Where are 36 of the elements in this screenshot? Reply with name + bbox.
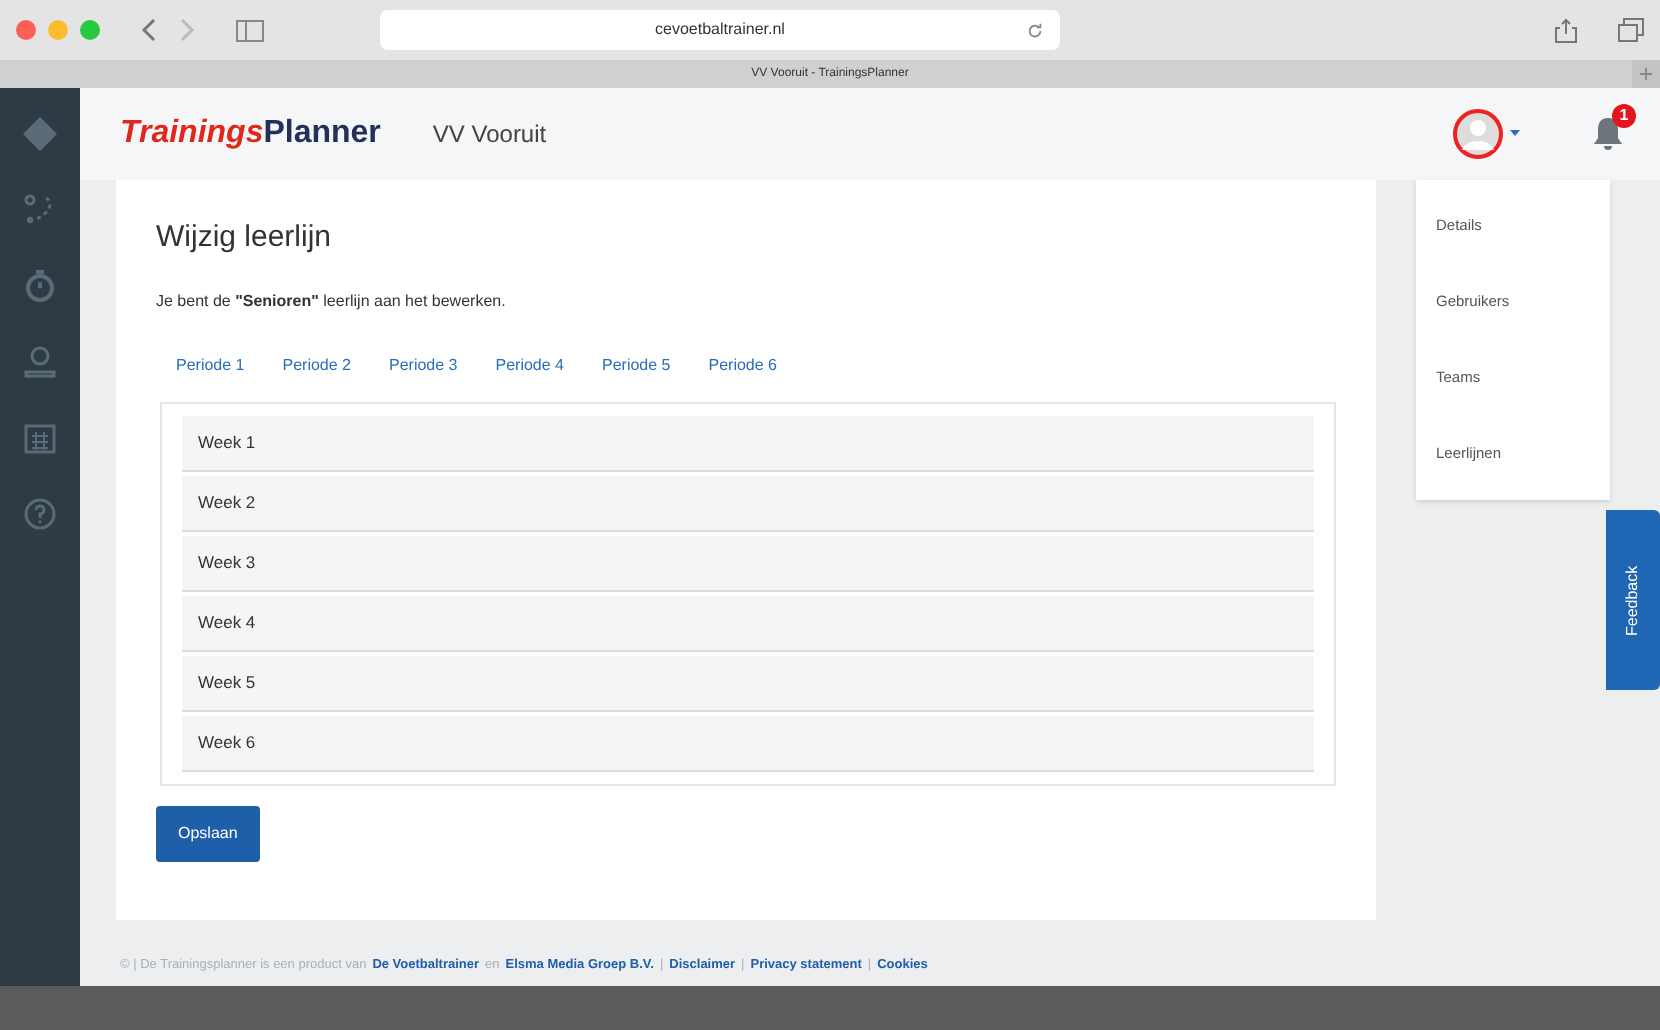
period-tab[interactable]: Periode 4 [495,353,564,377]
calendar-icon[interactable] [22,420,58,456]
week-row[interactable]: Week 1 [182,415,1314,471]
window-controls-icon[interactable] [16,20,100,40]
url-text: cevoetbaltrainer.nl [655,18,785,42]
caret-icon[interactable] [1510,130,1520,138]
week-row[interactable]: Week 4 [182,595,1314,651]
forward-icon[interactable] [176,18,196,42]
reload-icon[interactable] [1026,21,1044,39]
feedback-tab[interactable]: Feedback [1606,510,1660,690]
user-icon[interactable] [22,344,58,380]
logo: TrainingsPlanner [118,114,381,154]
back-icon[interactable] [140,18,160,42]
new-tab-icon[interactable] [1632,60,1660,88]
period-tab[interactable]: Periode 1 [176,353,245,377]
stopwatch-icon[interactable] [22,268,58,304]
page-title: Wijzig leerlijn [156,218,334,258]
save-button[interactable]: Opslaan [156,805,260,861]
avatar-icon[interactable] [1452,108,1504,160]
period-tab[interactable]: Periode 3 [389,353,458,377]
bell-icon[interactable] [1592,116,1624,152]
week-row[interactable]: Week 5 [182,655,1314,711]
period-tab[interactable]: Periode 6 [708,353,777,377]
tabs-icon[interactable] [1618,18,1644,42]
club-name: VV Vooruit [432,118,547,152]
week-row[interactable]: Week 3 [182,535,1314,591]
notification-badge: 1 [1612,104,1636,128]
intro-text: Je bent de "Senioren" leerlijn aan het bewerken. [156,289,508,313]
period-tab[interactable]: Periode 5 [602,353,671,377]
week-row[interactable]: Week 2 [182,475,1314,531]
address-bar[interactable]: cevoetbaltrainer.nl [380,10,1060,50]
period-tab[interactable]: Periode 2 [282,353,351,377]
sidebar-icon[interactable] [236,19,264,41]
help-icon[interactable] [22,496,58,532]
week-row[interactable]: Week 6 [182,715,1314,771]
share-icon[interactable] [1554,17,1578,43]
